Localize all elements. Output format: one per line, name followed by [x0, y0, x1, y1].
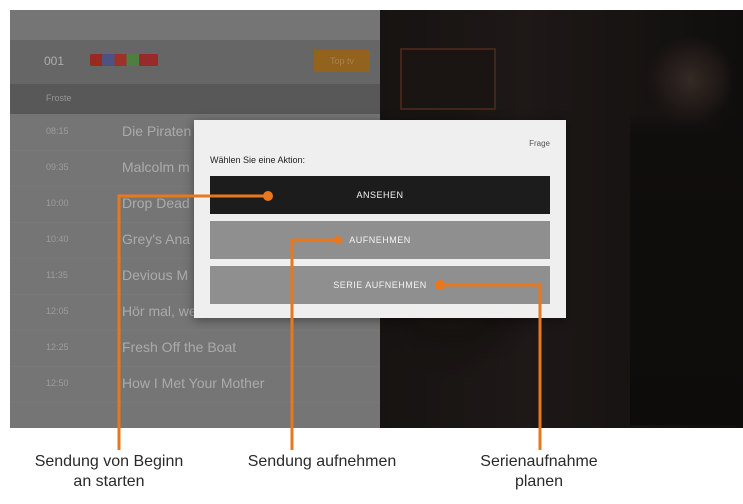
watch-button[interactable]: ANSEHEN — [210, 176, 550, 214]
caption-series-line2: planen — [514, 473, 564, 490]
action-dialog: Frage Wählen Sie eine Aktion: ANSEHEN AU… — [194, 120, 566, 318]
record-button[interactable]: AUFNEHMEN — [210, 221, 550, 259]
caption-series: Serienaufnahme planen — [454, 452, 624, 492]
caption-watch-line2: an starten — [73, 473, 145, 490]
caption-record-line: Sendung aufnehmen — [247, 453, 397, 470]
caption-watch-from-start: Sendung von Beginn an starten — [4, 452, 214, 492]
dialog-prompt: Wählen Sie eine Aktion: — [210, 155, 306, 165]
caption-record: Sendung aufnehmen — [222, 452, 422, 472]
caption-watch-line1: Sendung von Beginn — [34, 453, 184, 470]
dialog-corner-label: Frage — [529, 139, 550, 148]
caption-series-line1: Serienaufnahme — [480, 453, 598, 470]
tv-screen: 001 Top tv Froste 08:15 Die Piraten 09:3… — [10, 10, 743, 428]
record-series-button[interactable]: SERIE AUFNEHMEN — [210, 266, 550, 304]
